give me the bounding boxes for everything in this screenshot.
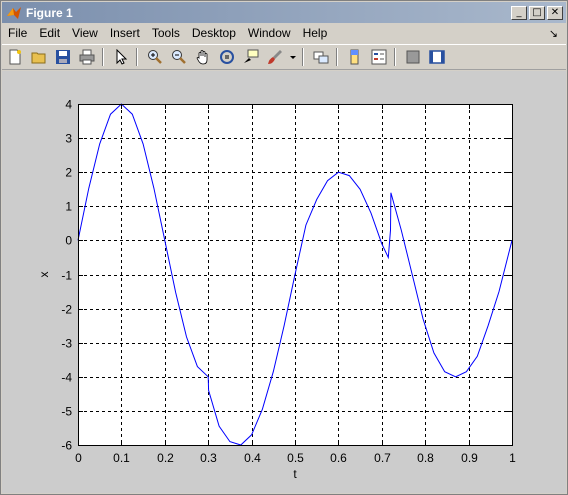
y-tick-label: -6: [61, 439, 72, 453]
legend-icon[interactable]: [368, 46, 390, 68]
window-controls: _ □ ✕: [509, 5, 563, 20]
minimize-button[interactable]: _: [511, 5, 527, 20]
y-tick-label: 1: [65, 200, 72, 214]
menu-help[interactable]: Help: [297, 26, 334, 40]
x-tick-label: 0.3: [200, 451, 217, 465]
colorbar-icon[interactable]: [344, 46, 366, 68]
x-tick-label: 0.6: [330, 451, 347, 465]
menu-file[interactable]: File: [2, 26, 33, 40]
show-plot-tools-icon[interactable]: [426, 46, 448, 68]
maximize-button[interactable]: □: [529, 5, 545, 20]
y-tick-label: 2: [65, 166, 72, 180]
y-tick-label: 4: [65, 98, 72, 112]
toolbar-separator: [102, 48, 104, 66]
print-icon[interactable]: [76, 46, 98, 68]
x-tick-label: 0: [75, 451, 82, 465]
x-tick-label: 0.1: [113, 451, 130, 465]
x-tick-labels: 0 0.1 0.2 0.3 0.4 0.5 0.6 0.7 0.8 0.9 1: [75, 451, 516, 465]
save-icon[interactable]: [52, 46, 74, 68]
x-tick-label: 1: [509, 451, 516, 465]
x-tick-label: 0.8: [417, 451, 434, 465]
menu-tools[interactable]: Tools: [146, 26, 186, 40]
menu-view[interactable]: View: [66, 26, 104, 40]
open-file-icon[interactable]: [28, 46, 50, 68]
y-tick-label: -5: [61, 405, 72, 419]
x-tick-label: 0.5: [287, 451, 304, 465]
x-tick-label: 0.7: [374, 451, 391, 465]
x-tick-label: 0.2: [157, 451, 174, 465]
menu-insert[interactable]: Insert: [104, 26, 146, 40]
pan-hand-icon[interactable]: [192, 46, 214, 68]
dock-arrow-icon[interactable]: ↘: [549, 27, 558, 40]
menu-desktop[interactable]: Desktop: [186, 26, 242, 40]
y-tick-label: 0: [65, 234, 72, 248]
rotate-3d-icon[interactable]: [216, 46, 238, 68]
y-tick-label: -2: [61, 303, 72, 317]
brush-dropdown-icon[interactable]: [288, 46, 298, 68]
figure-window: Figure 1 _ □ ✕ File Edit View Insert Too…: [0, 0, 568, 495]
arrow-pointer-icon[interactable]: [110, 46, 132, 68]
x-axis-label: t: [293, 467, 297, 481]
figure-canvas[interactable]: 0 0.1 0.2 0.3 0.4 0.5 0.6 0.7 0.8 0.9 1 -6 -5 -4 -3 -2…: [2, 71, 566, 493]
close-button[interactable]: ✕: [547, 5, 563, 20]
matlab-logo-icon: [7, 6, 21, 19]
menu-bar: File Edit View Insert Tools Desktop Wind…: [2, 23, 566, 43]
y-tick-label: -3: [61, 337, 72, 351]
x-tick-label: 0.4: [244, 451, 261, 465]
x-tick-label: 0.9: [461, 451, 478, 465]
data-cursor-icon[interactable]: [240, 46, 262, 68]
toolbar-separator: [336, 48, 338, 66]
link-plot-icon[interactable]: [310, 46, 332, 68]
title-bar[interactable]: Figure 1 _ □ ✕: [2, 2, 566, 23]
zoom-out-icon[interactable]: [168, 46, 190, 68]
toolbar-separator: [302, 48, 304, 66]
window-title: Figure 1: [26, 5, 73, 20]
y-axis-label: x: [37, 272, 51, 278]
line-plot[interactable]: 0 0.1 0.2 0.3 0.4 0.5 0.6 0.7 0.8 0.9 1 -6 -5 -4 -3 -2…: [2, 71, 566, 493]
hide-plot-tools-icon[interactable]: [402, 46, 424, 68]
y-tick-labels: -6 -5 -4 -3 -2 -1 0 1 2 3 4: [61, 98, 72, 453]
y-tick-label: -4: [61, 371, 72, 385]
new-figure-icon[interactable]: [4, 46, 26, 68]
toolbar-separator: [136, 48, 138, 66]
brush-icon[interactable]: [264, 46, 286, 68]
menu-edit[interactable]: Edit: [33, 26, 66, 40]
zoom-in-icon[interactable]: [144, 46, 166, 68]
menu-window[interactable]: Window: [242, 26, 297, 40]
y-tick-label: 3: [65, 132, 72, 146]
y-tick-label: -1: [61, 269, 72, 283]
figure-toolbar: [2, 44, 566, 70]
toolbar-separator: [394, 48, 396, 66]
